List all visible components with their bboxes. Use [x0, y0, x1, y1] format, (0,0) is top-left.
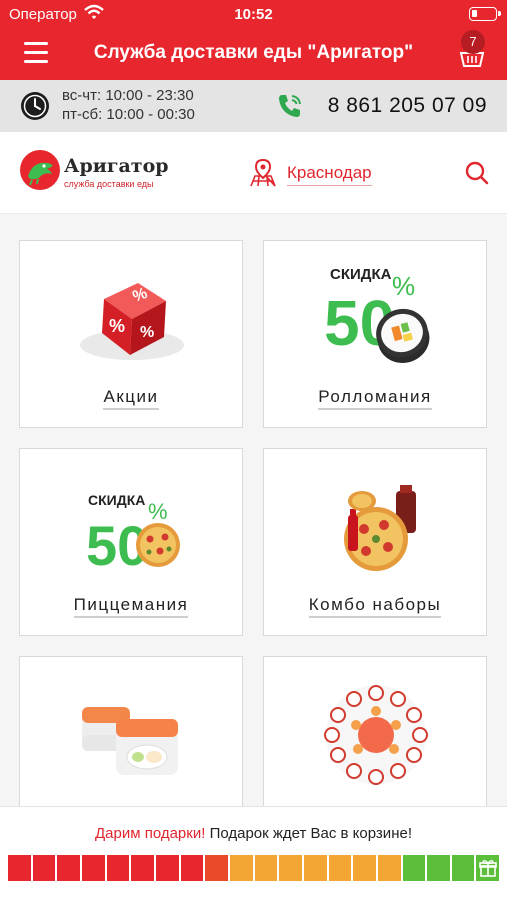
hours-weekend: пт-сб: 10:00 - 00:30	[62, 106, 195, 123]
category-label: Ролломания	[264, 387, 486, 410]
category-label: Акции	[20, 387, 242, 410]
gift-text: Подарок ждет Вас в корзине!	[209, 825, 412, 842]
map-pin-icon[interactable]	[249, 158, 277, 188]
search-icon[interactable]	[464, 160, 490, 186]
svg-text:%: %	[109, 316, 125, 336]
progress-segment	[377, 855, 401, 881]
category-label: Комбо наборы	[264, 595, 486, 618]
progress-segment	[106, 855, 130, 881]
gift-progress-bar: Дарим подарки! Подарок ждет Вас в корзин…	[0, 806, 507, 900]
progress-segment	[180, 855, 204, 881]
app-screen: Оператор 10:52 Служба доставки еды "Ариг…	[0, 0, 507, 900]
svg-text:%: %	[148, 499, 168, 524]
gift-icon-segment	[476, 855, 500, 881]
brand-logo[interactable]: Аригатор служба доставки еды	[20, 150, 170, 194]
gift-accent-text: Дарим подарки!	[95, 825, 206, 842]
status-time: 10:52	[234, 6, 273, 23]
sale-pizza-image: СКИДКА 50 %	[86, 492, 180, 577]
brand-tagline: служба доставки еды	[64, 179, 154, 189]
progress-segment	[402, 855, 426, 881]
progress-segment	[205, 855, 228, 881]
gift-message: Дарим подарки! Подарок ждет Вас в корзин…	[0, 825, 507, 842]
progress-segment	[155, 855, 179, 881]
progress-segment	[57, 855, 80, 881]
gift-progress-segments	[8, 855, 500, 881]
category-card-pizza[interactable]: СКИДКА 50 % Пиццемания	[19, 448, 243, 636]
svg-text:%: %	[140, 324, 154, 341]
progress-segment	[303, 855, 327, 881]
category-card-rolls[interactable]: СКИДКА 50 % Ролломания	[263, 240, 487, 428]
phone-number[interactable]: 8 861 205 07 09	[328, 94, 487, 118]
sale-rolls-image: СКИДКА 50 %	[324, 266, 430, 363]
combo-set-image	[344, 485, 416, 571]
hours-weekdays: вс-чт: 10:00 - 23:30	[62, 87, 194, 104]
phone-icon[interactable]	[276, 92, 304, 120]
progress-segment	[8, 855, 31, 881]
promo-dice-image: % % %	[80, 283, 184, 360]
svg-text:СКИДКА: СКИДКА	[330, 266, 392, 283]
progress-segment	[451, 855, 475, 881]
category-grid: % % % Акции СКИДКА 50 % Ролломания СКИДК…	[0, 214, 507, 814]
category-label: Пиццемания	[20, 595, 242, 618]
cart-count-badge: 7	[461, 30, 485, 54]
clock-icon	[21, 92, 49, 120]
progress-segment	[427, 855, 450, 881]
category-card-promo[interactable]: % % % Акции	[19, 240, 243, 428]
city-selector[interactable]: Краснодар	[287, 163, 372, 186]
progress-segment	[254, 855, 278, 881]
status-bar: Оператор 10:52	[0, 0, 507, 28]
crocodile-logo-icon	[20, 150, 60, 190]
progress-segment	[131, 855, 154, 881]
brand-bar: Аригатор служба доставки еды Краснодар	[0, 132, 507, 214]
progress-segment	[81, 855, 105, 881]
nav-bar: Служба доставки еды "Аригатор" 7	[0, 28, 507, 80]
sushi-set-image	[324, 685, 428, 785]
category-card-combo[interactable]: Комбо наборы	[263, 448, 487, 636]
brand-name: Аригатор	[64, 155, 169, 177]
roll-slices-image	[82, 707, 178, 775]
info-bar: вс-чт: 10:00 - 23:30 пт-сб: 10:00 - 00:3…	[0, 80, 507, 132]
progress-segment	[279, 855, 302, 881]
svg-text:СКИДКА: СКИДКА	[88, 492, 145, 508]
battery-icon	[469, 7, 501, 21]
category-card-rolls-set[interactable]	[19, 656, 243, 814]
hamburger-menu-icon[interactable]	[24, 42, 48, 64]
progress-segment	[353, 855, 376, 881]
svg-text:%: %	[392, 271, 415, 301]
progress-segment	[328, 855, 352, 881]
progress-segment	[32, 855, 56, 881]
progress-segment	[229, 855, 253, 881]
page-title: Служба доставки еды "Аригатор"	[93, 42, 414, 63]
opening-hours: вс-чт: 10:00 - 23:30 пт-сб: 10:00 - 00:3…	[62, 86, 195, 124]
category-card-sushi-set[interactable]	[263, 656, 487, 814]
gift-icon	[478, 860, 497, 877]
